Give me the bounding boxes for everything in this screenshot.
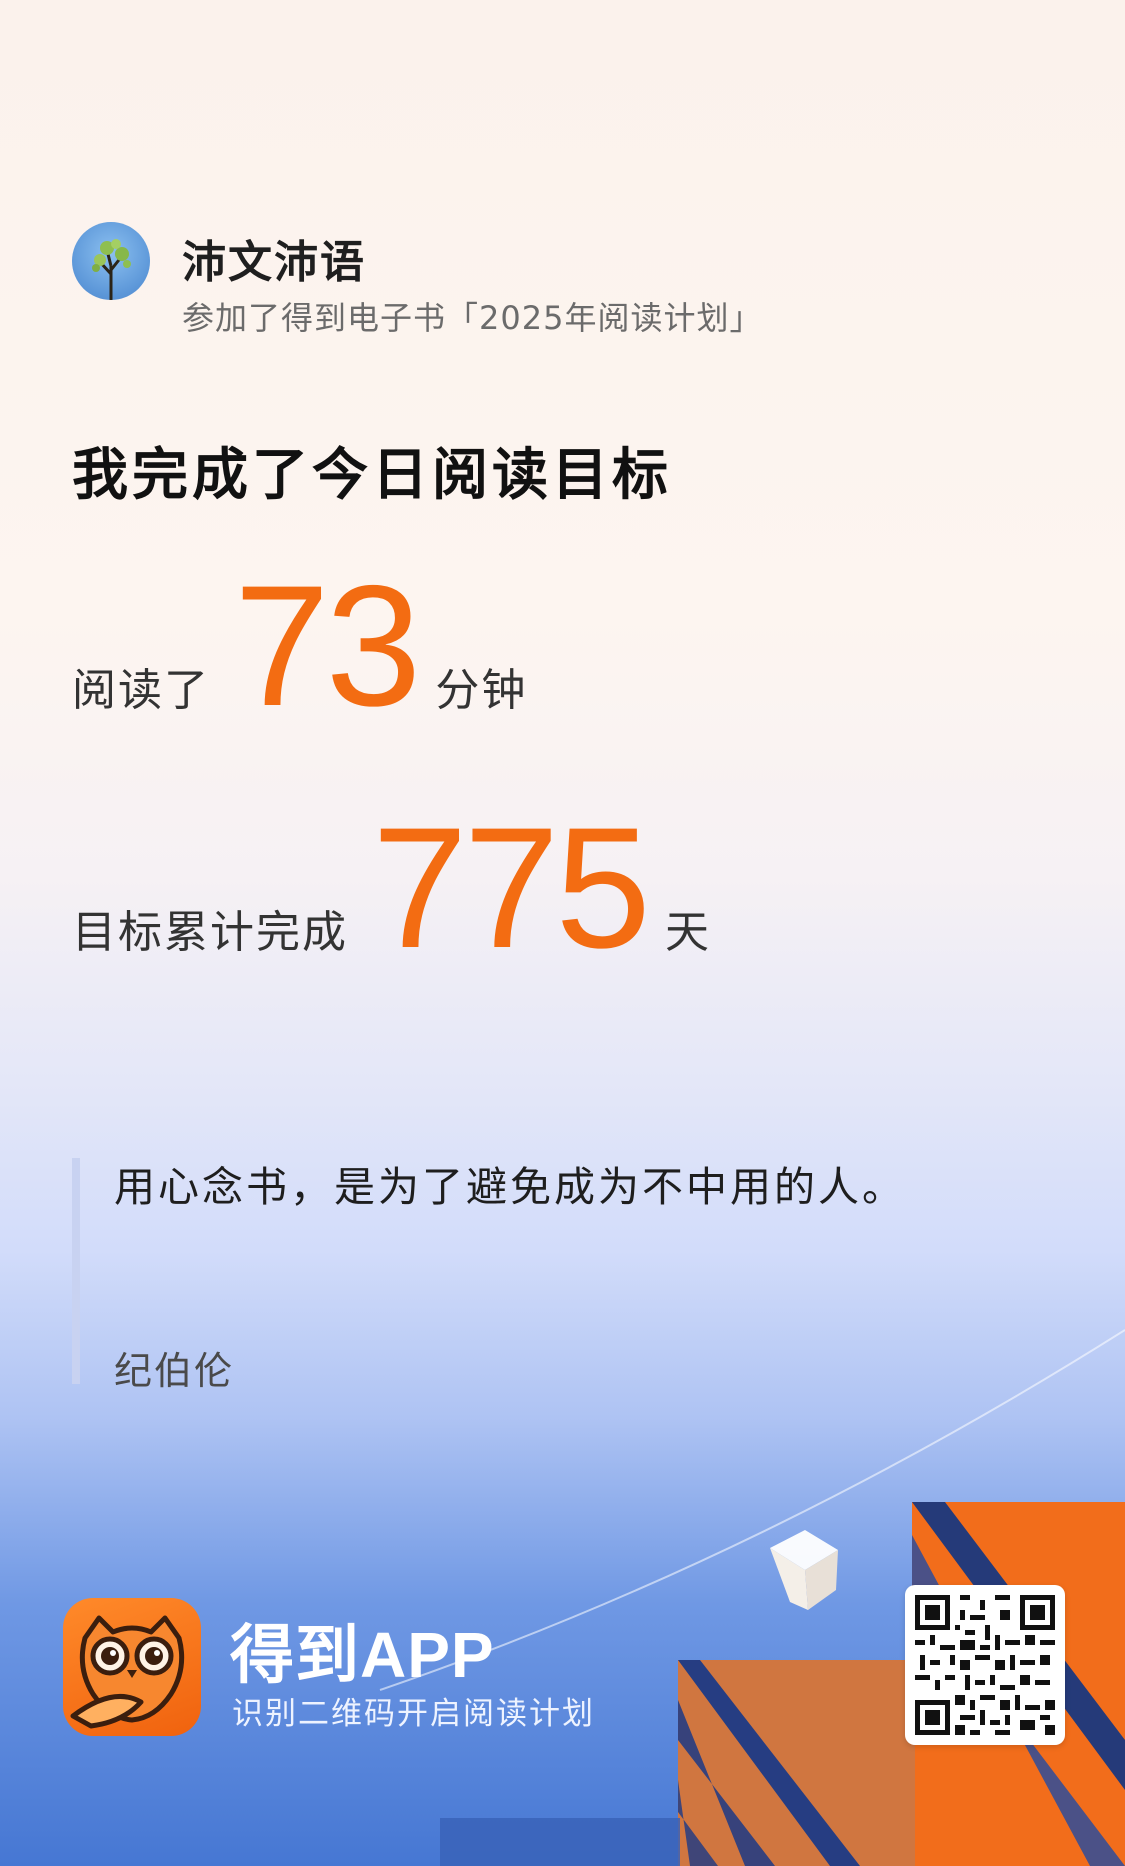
app-tagline: 识别二维码开启阅读计划 <box>232 1696 595 1732</box>
quote-text: 用心念书，是为了避免成为不中用的人。 <box>114 1163 906 1211</box>
user-avatar[interactable] <box>72 222 150 300</box>
days-unit: 天 <box>664 907 711 958</box>
quote-author: 纪伯伦 <box>114 1349 235 1393</box>
minutes-unit: 分钟 <box>435 665 528 716</box>
quote-bar <box>72 1158 80 1384</box>
days-stat: 目标累计完成 775 天 <box>72 802 711 974</box>
page-title: 我完成了今日阅读目标 <box>72 442 672 508</box>
tree-avatar-icon <box>92 239 131 300</box>
days-prefix: 目标累计完成 <box>72 907 348 958</box>
app-name: 得到APP <box>230 1619 495 1691</box>
minutes-value: 73 <box>234 550 421 742</box>
minutes-stat: 阅读了 73 分钟 <box>72 560 527 732</box>
user-activity: 参加了得到电子书「2025年阅读计划」 <box>182 299 763 337</box>
days-value: 775 <box>372 792 651 984</box>
qr-code-icon[interactable] <box>905 1585 1065 1745</box>
user-name: 沛文沛语 <box>182 237 366 288</box>
owl-icon[interactable] <box>63 1598 201 1736</box>
share-card: 沛文沛语 参加了得到电子书「2025年阅读计划」 我完成了今日阅读目标 阅读了 … <box>0 0 1125 1866</box>
minutes-prefix: 阅读了 <box>72 665 210 716</box>
